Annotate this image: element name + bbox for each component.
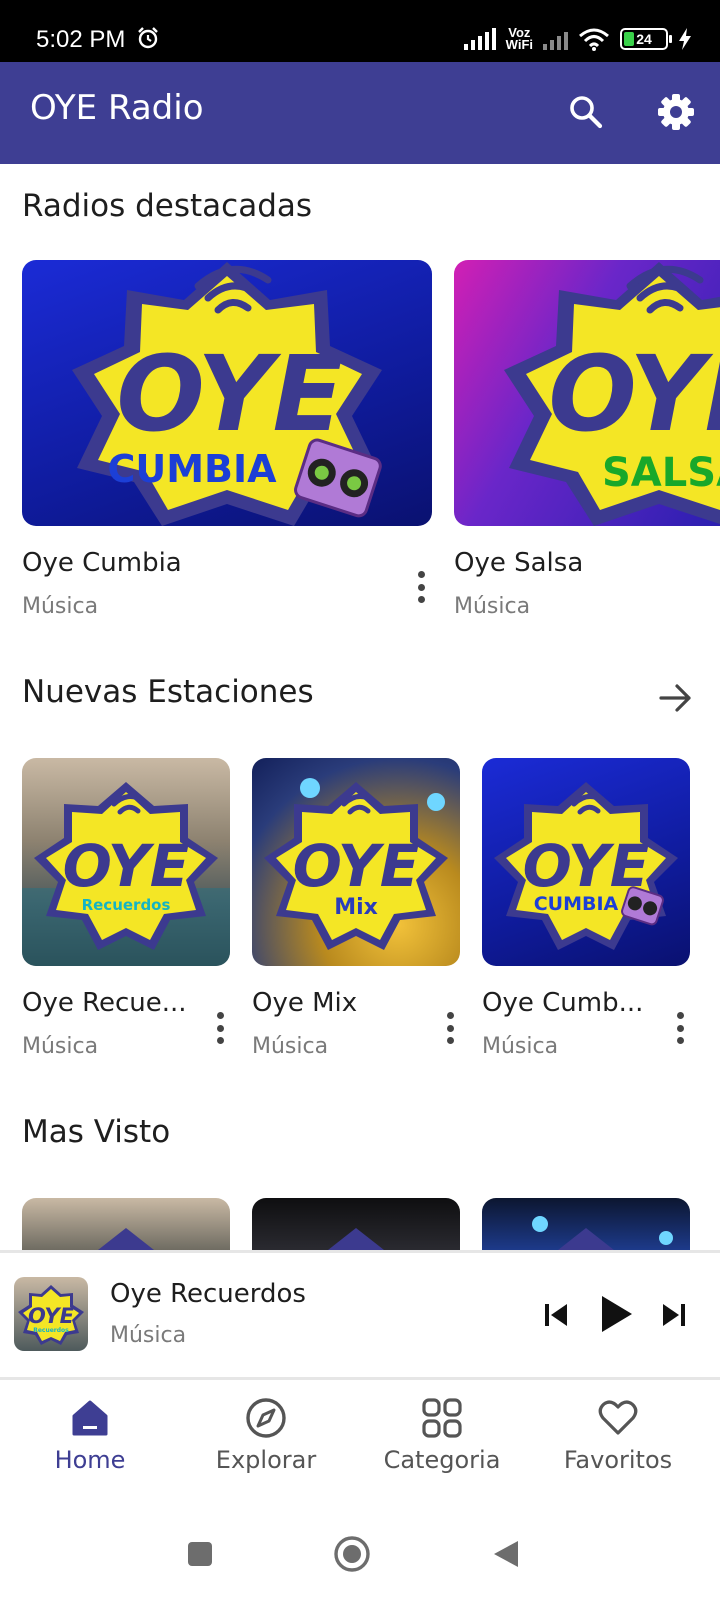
- player-title: Oye Recuerdos: [110, 1279, 306, 1309]
- nav-favoritos[interactable]: Favoritos: [528, 1380, 708, 1490]
- featured-section-title: Radios destacadas: [22, 188, 313, 224]
- oye-logo-icon: [328, 1228, 384, 1250]
- nav-explorar[interactable]: Explorar: [176, 1380, 356, 1490]
- most-viewed-artwork[interactable]: [252, 1198, 460, 1250]
- svg-text:SALSA: SALSA: [602, 450, 720, 496]
- station-category: Música: [22, 1034, 99, 1059]
- oye-logo-icon: [98, 1228, 154, 1250]
- home-system-button[interactable]: [332, 1534, 372, 1574]
- oye-logo-icon: OYE Mix: [264, 778, 448, 950]
- back-triangle-icon: [494, 1541, 518, 1567]
- system-navigation-bar: [0, 1516, 720, 1600]
- grid-icon: [420, 1396, 464, 1440]
- app-title: OYE Radio: [30, 88, 204, 128]
- home-icon: [68, 1396, 112, 1440]
- heart-icon: [596, 1396, 640, 1440]
- more-options-button[interactable]: [440, 1008, 460, 1048]
- nav-favoritos-label: Favoritos: [563, 1446, 673, 1474]
- svg-text:OYE: OYE: [116, 333, 343, 455]
- gear-icon: [658, 94, 694, 130]
- vowifi-label: Voz WiFi: [505, 25, 533, 52]
- app-bar: OYE Radio: [0, 62, 720, 164]
- status-time: 5:02 PM: [36, 26, 126, 53]
- svg-text:CUMBIA: CUMBIA: [107, 447, 277, 491]
- see-all-button[interactable]: [654, 676, 698, 720]
- station-name[interactable]: Oye Cumb...: [482, 988, 643, 1018]
- station-artwork[interactable]: OYE CUMBIA: [482, 758, 690, 966]
- compass-icon: [244, 1396, 288, 1440]
- next-button[interactable]: [654, 1295, 694, 1335]
- station-artwork[interactable]: OYE Mix: [252, 758, 460, 966]
- player-artwork[interactable]: OYE Recuerdos: [14, 1277, 88, 1351]
- oye-logo-icon: [532, 1216, 673, 1250]
- mini-player[interactable]: OYE Recuerdos Oye Recuerdos Música: [0, 1253, 720, 1379]
- svg-text:CUMBIA: CUMBIA: [534, 893, 619, 915]
- back-button[interactable]: [486, 1534, 526, 1574]
- skip-next-icon: [663, 1304, 685, 1326]
- arrow-right-icon: [659, 684, 691, 712]
- svg-text:OYE: OYE: [63, 832, 190, 900]
- bottom-navigation: Home Explorar Categoria Favoritos: [0, 1380, 720, 1490]
- settings-button[interactable]: [652, 88, 700, 136]
- station-artwork[interactable]: OYE SALSA: [454, 260, 720, 526]
- station-name[interactable]: Oye Recue...: [22, 988, 187, 1018]
- square-icon: [188, 1542, 212, 1566]
- circle-home-icon: [334, 1536, 370, 1572]
- station-category: Música: [252, 1034, 329, 1059]
- oye-logo-icon: OYE Recuerdos: [18, 1285, 84, 1345]
- play-button[interactable]: [592, 1289, 642, 1339]
- battery-icon: 24: [620, 28, 672, 50]
- station-name[interactable]: Oye Mix: [252, 988, 357, 1018]
- wifi-icon: [579, 28, 609, 51]
- svg-text:Mix: Mix: [334, 895, 378, 920]
- most-viewed-section-title: Mas Visto: [22, 1114, 171, 1150]
- svg-text:OYE: OYE: [28, 1304, 75, 1328]
- station-artwork[interactable]: OYE CUMBIA: [22, 260, 432, 526]
- search-button[interactable]: [562, 88, 610, 136]
- most-viewed-artwork[interactable]: [482, 1198, 690, 1250]
- nav-home-label: Home: [54, 1446, 126, 1474]
- station-name[interactable]: Oye Cumbia: [22, 548, 182, 578]
- player-subtitle: Música: [110, 1323, 187, 1348]
- oye-logo-icon: OYE CUMBIA: [72, 262, 382, 526]
- nav-categoria-label: Categoria: [383, 1446, 501, 1474]
- play-icon: [602, 1296, 632, 1332]
- svg-text:OYE: OYE: [548, 333, 720, 455]
- station-name[interactable]: Oye Salsa: [454, 548, 583, 578]
- svg-text:OYE: OYE: [293, 832, 420, 900]
- skip-previous-icon: [545, 1304, 567, 1326]
- previous-button[interactable]: [536, 1295, 576, 1335]
- battery-level: 24: [636, 31, 652, 47]
- charging-icon: [679, 28, 691, 50]
- nav-home[interactable]: Home: [0, 1380, 180, 1490]
- station-category: Música: [22, 594, 99, 619]
- oye-logo-icon: OYE SALSA: [504, 262, 720, 526]
- oye-logo-icon: OYE CUMBIA: [494, 782, 678, 950]
- more-options-button[interactable]: [670, 1008, 690, 1048]
- more-options-button[interactable]: [210, 1008, 230, 1048]
- cell-signal-icon: [463, 28, 496, 50]
- new-stations-section-title: Nuevas Estaciones: [22, 674, 314, 710]
- nav-categoria[interactable]: Categoria: [352, 1380, 532, 1490]
- status-bar: 5:02 PM Voz WiFi 24: [0, 0, 720, 62]
- station-artwork[interactable]: OYE Recuerdos: [22, 758, 230, 966]
- most-viewed-artwork[interactable]: [22, 1198, 230, 1250]
- nav-explorar-label: Explorar: [215, 1446, 317, 1474]
- svg-text:Recuerdos: Recuerdos: [33, 1327, 69, 1334]
- more-options-button[interactable]: [411, 567, 431, 607]
- search-icon: [570, 96, 603, 129]
- alarm-icon: [138, 27, 158, 49]
- recents-button[interactable]: [180, 1534, 220, 1574]
- svg-text:Recuerdos: Recuerdos: [82, 896, 171, 914]
- oye-logo-icon: OYE Recuerdos: [22, 782, 230, 966]
- station-category: Música: [454, 594, 531, 619]
- station-category: Música: [482, 1034, 559, 1059]
- cell-signal-2-icon: [543, 28, 568, 50]
